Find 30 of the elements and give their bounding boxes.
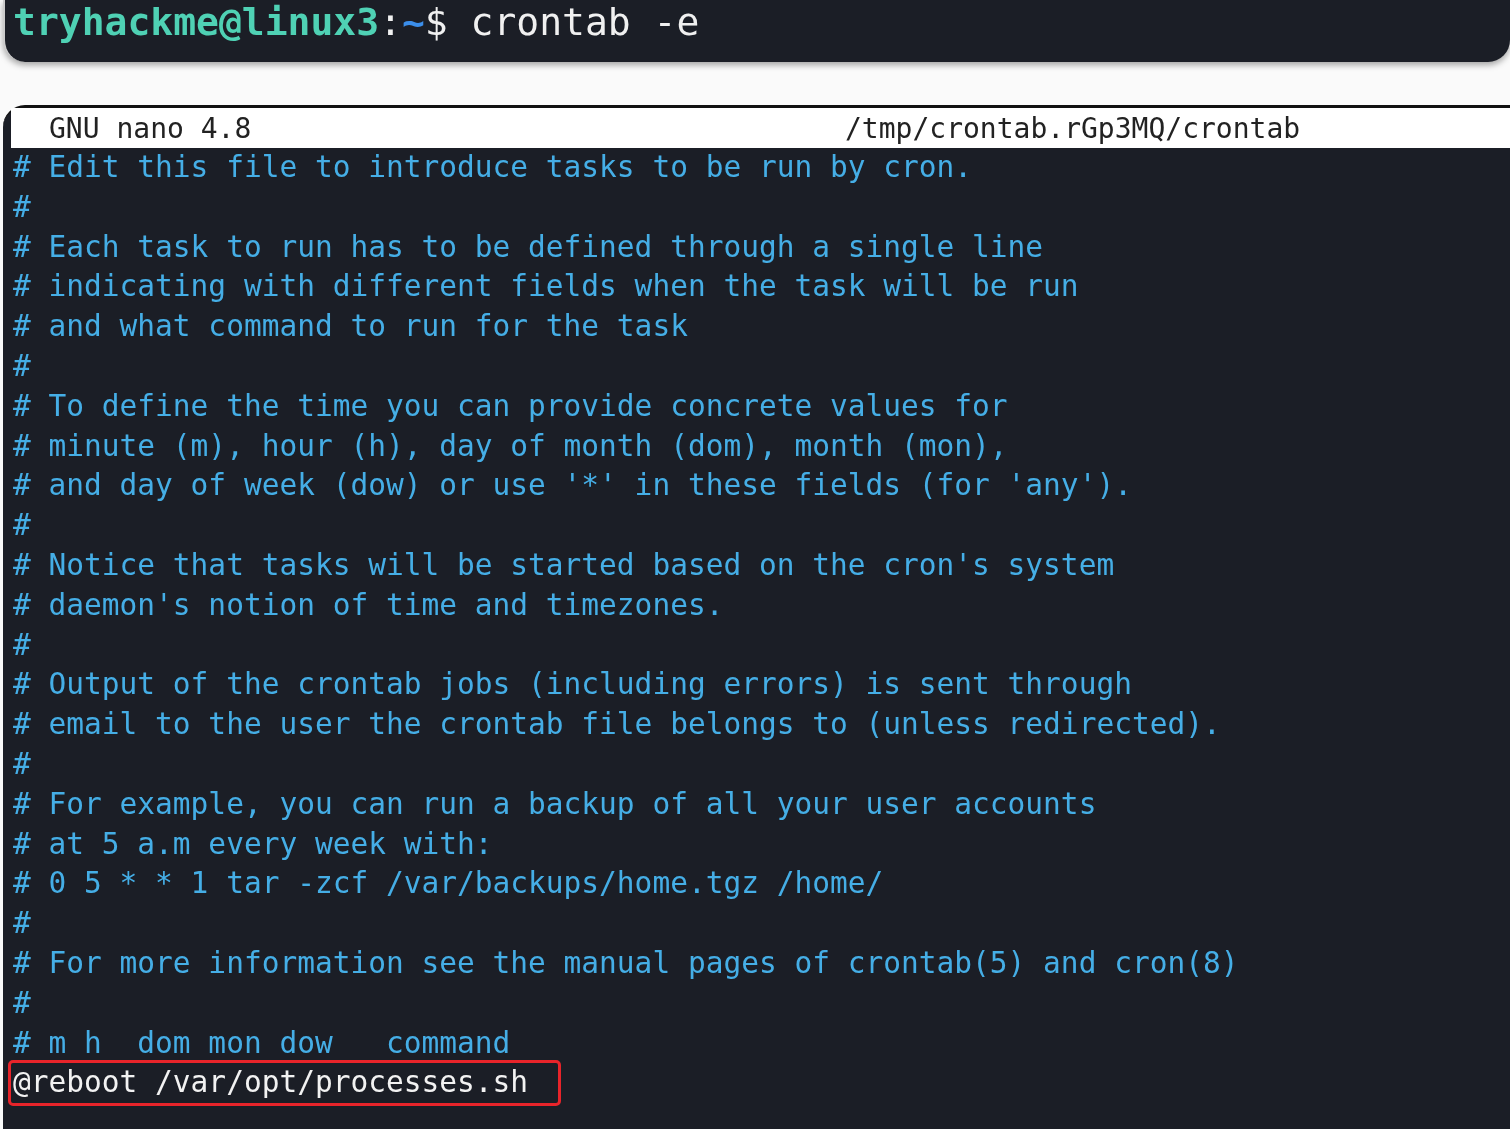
comment-line: # m h dom mon dow command: [12, 1024, 511, 1062]
comment-line: # email to the user the crontab file belongs to (unless redirected).: [12, 706, 1221, 744]
comment-line: #: [12, 507, 31, 545]
comment-line: # For more information see the manual pages of crontab(5) and cron(8): [12, 944, 1239, 982]
comment-line: #: [12, 626, 31, 664]
comment-line: #: [12, 745, 31, 783]
comment-line: #: [12, 905, 31, 943]
comment-line: #: [12, 188, 31, 226]
comment-line: # For example, you can run a backup of all your user accounts: [12, 785, 1097, 823]
comment-line: # Each task to run has to be defined through a single line: [12, 228, 1044, 266]
comment-line: # daemon's notion of time and timezones.: [12, 586, 724, 624]
comment-line: #: [12, 984, 31, 1022]
editor-app-title: GNU nano 4.8: [49, 111, 253, 145]
prompt-separator: :: [379, 0, 402, 44]
comment-line: # and day of week (dow) or use '*' in these fields (for 'any').: [12, 467, 1132, 505]
prompt-user-host: tryhackme@linux3: [13, 0, 380, 44]
prompt-command: $ crontab -e: [424, 0, 700, 44]
comment-line: # Edit this file to introduce tasks to be run by cron.: [12, 149, 973, 186]
comment-line: # indicating with different fields when the task will be run: [12, 268, 1079, 306]
comment-line: # minute (m), hour (h), day of month (dom), month (mon),: [12, 427, 1008, 465]
comment-line: # Output of the crontab jobs (including errors) is sent through: [12, 666, 1132, 704]
file-path: /tmp/crontab.rGp3MQ/crontab: [845, 111, 1301, 145]
comment-line: # Notice that tasks will be started based on the cron's system: [12, 546, 1115, 584]
prompt-path: ~: [401, 0, 425, 44]
comment-line: #: [12, 348, 31, 385]
comment-line: # and what command to run for the task: [12, 308, 688, 346]
highlighted-cron-entry: @reboot /var/opt/processes.sh: [11, 1063, 558, 1104]
comment-line: # 0 5 * * 1 tar -zcf /var/backups/home.tgz /home/: [12, 865, 884, 903]
comment-line: # at 5 a.m every week with:: [12, 825, 493, 863]
comment-line: # To define the time you can provide concrete values for: [12, 387, 1008, 425]
